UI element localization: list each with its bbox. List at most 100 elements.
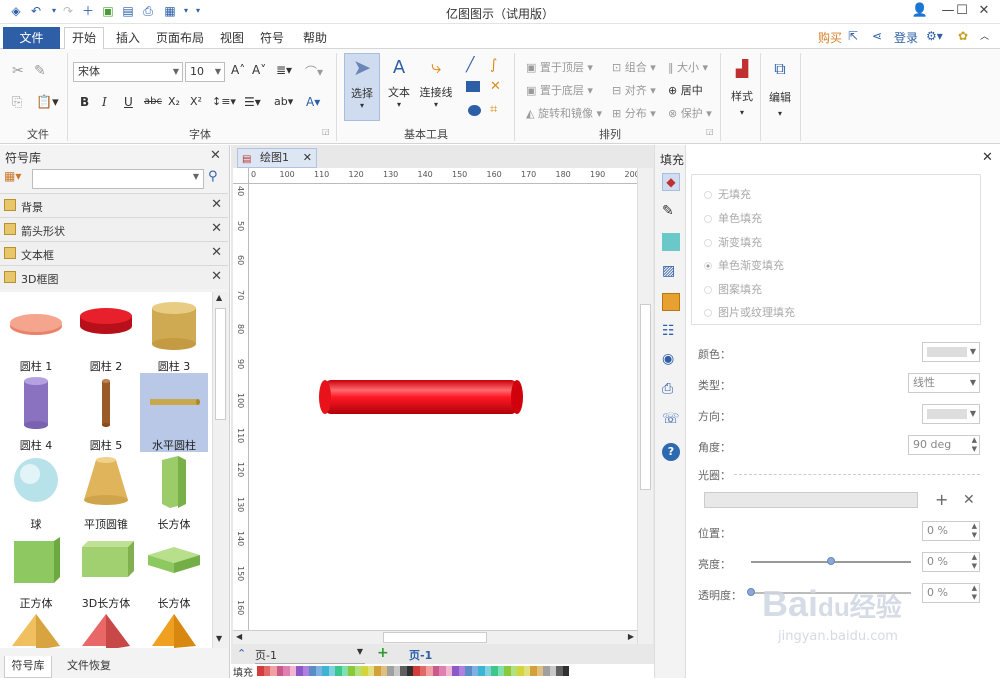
close-icon[interactable]: ✕ bbox=[211, 221, 222, 236]
canvas-vertical-scrollbar[interactable] bbox=[637, 168, 653, 644]
remove-stop-icon[interactable]: ✕ bbox=[963, 492, 975, 508]
library-category-3d[interactable]: 3D框图 ✕ bbox=[0, 265, 228, 289]
brush-icon[interactable]: ✎ bbox=[34, 63, 46, 79]
tab-symbol-library[interactable]: 符号库 bbox=[4, 656, 52, 678]
font-size-select[interactable]: 10 ▼ bbox=[185, 62, 225, 82]
library-category-icon[interactable]: ▦▾ bbox=[4, 169, 30, 189]
shape-frustum[interactable]: 平顶圆锥 bbox=[72, 452, 140, 531]
search-icon[interactable]: ⚲ bbox=[208, 169, 218, 184]
curve-icon[interactable]: ⌒▾ bbox=[305, 63, 323, 80]
document-tab[interactable]: ▤ 绘图1 ✕ bbox=[237, 148, 317, 168]
align-button[interactable]: ⊟ 对齐 ▾ bbox=[612, 82, 656, 98]
document-tab-close-icon[interactable]: ✕ bbox=[303, 149, 312, 167]
option-pattern-fill[interactable]: 图案填充 bbox=[704, 281, 762, 297]
center-button[interactable]: ⊕ 居中 bbox=[668, 82, 703, 98]
gradient-stop-bar[interactable] bbox=[704, 492, 918, 508]
library-scrollbar[interactable]: ▲ ▼ bbox=[212, 292, 228, 648]
strikethrough-icon[interactable]: abc bbox=[144, 96, 162, 107]
library-scroll-thumb[interactable] bbox=[215, 308, 226, 420]
option-single-gradient-fill[interactable]: 单色渐变填充 bbox=[704, 257, 784, 273]
library-category-background[interactable]: 背景 ✕ bbox=[0, 193, 228, 217]
fill-paint-icon[interactable]: ◆ bbox=[662, 173, 680, 191]
page-properties-icon[interactable]: ☷ bbox=[662, 323, 680, 341]
add-page-icon[interactable]: + bbox=[377, 645, 389, 661]
color-dropdown[interactable]: ▼ bbox=[922, 342, 980, 362]
shape-cube[interactable]: 正方体 bbox=[2, 531, 70, 610]
font-dialog-launcher-icon[interactable]: ◲ bbox=[322, 127, 330, 136]
text-color-icon[interactable]: A▾ bbox=[306, 95, 320, 109]
shape-pyramid-yellow[interactable] bbox=[2, 610, 70, 648]
scroll-up-icon[interactable]: ▲ bbox=[216, 293, 222, 302]
share-network-icon[interactable]: ⋖ bbox=[872, 29, 882, 43]
shape-cylinder-5[interactable]: 圆柱 5 bbox=[72, 373, 140, 452]
canvas-vscroll-thumb[interactable] bbox=[640, 304, 651, 490]
hyperlink-icon[interactable]: ◉ bbox=[662, 351, 680, 369]
font-color-icon[interactable]: ab▾ bbox=[274, 95, 293, 108]
bold-icon[interactable]: B bbox=[80, 95, 89, 109]
option-solid-fill[interactable]: 单色填充 bbox=[704, 210, 762, 226]
shape-sphere[interactable]: 球 bbox=[2, 452, 70, 531]
rectangle-icon[interactable] bbox=[466, 81, 480, 92]
page-up-icon[interactable]: ⌃ bbox=[237, 647, 246, 660]
option-no-fill[interactable]: 无填充 bbox=[704, 186, 751, 202]
shape-cylinder-2[interactable]: 圆柱 2 bbox=[72, 294, 140, 373]
group-button[interactable]: ⊡ 组合 ▾ bbox=[612, 59, 656, 75]
option-picture-fill[interactable]: 图片或纹理填充 bbox=[704, 304, 795, 320]
palette-swatches[interactable] bbox=[257, 666, 569, 676]
shape-cuboid-2[interactable]: 长方体 bbox=[140, 531, 208, 610]
file-menu[interactable]: 文件 bbox=[3, 27, 60, 49]
send-back-button[interactable]: ▣ 置于底层 ▾ bbox=[526, 82, 593, 98]
type-dropdown[interactable]: 线性 ▼ bbox=[908, 373, 980, 393]
horizontal-cylinder-shape[interactable] bbox=[319, 380, 523, 414]
edit-button[interactable]: ⧉ 编辑 ▾ bbox=[764, 55, 796, 129]
shape-3d-cuboid[interactable]: 3D长方体 bbox=[72, 531, 140, 610]
shape-pyramid-red[interactable] bbox=[72, 610, 140, 648]
shape-cuboid[interactable]: 长方体 bbox=[140, 452, 208, 531]
ellipse-icon[interactable] bbox=[468, 105, 481, 116]
shadow-icon[interactable] bbox=[662, 233, 680, 251]
select-tool-button[interactable]: ➤ 选择 ▾ bbox=[344, 53, 380, 121]
scroll-left-icon[interactable]: ◀ bbox=[236, 632, 242, 641]
scroll-right-icon[interactable]: ▶ bbox=[628, 632, 634, 641]
share-icon[interactable]: ⇱ bbox=[848, 29, 858, 43]
canvas-horizontal-scrollbar[interactable]: ◀ ▶ bbox=[233, 630, 637, 644]
superscript-icon[interactable]: X² bbox=[190, 95, 202, 108]
size-button[interactable]: ‖ 大小 ▾ bbox=[668, 59, 708, 75]
tab-home[interactable]: 开始 bbox=[64, 27, 104, 50]
scroll-down-icon[interactable]: ▼ bbox=[216, 634, 222, 643]
style-button[interactable]: ▟ 样式 ▾ bbox=[726, 55, 758, 129]
paste-icon[interactable]: 📋▾ bbox=[36, 95, 59, 110]
settings-icon[interactable]: ⚙▾ bbox=[926, 29, 943, 43]
shrink-font-icon[interactable]: A˅ bbox=[252, 63, 266, 77]
library-category-textbox[interactable]: 文本框 ✕ bbox=[0, 241, 228, 265]
opacity-slider-knob[interactable] bbox=[747, 588, 755, 596]
addon-icon[interactable]: ✿ bbox=[958, 29, 968, 43]
image-icon[interactable]: ▨ bbox=[662, 263, 680, 281]
color-palette[interactable]: 填充 bbox=[231, 664, 654, 679]
distribute-button[interactable]: ⊞ 分布 ▾ bbox=[612, 105, 656, 121]
position-input[interactable]: 0 % ▲ ▼ bbox=[922, 521, 980, 541]
tab-page-layout[interactable]: 页面布局 bbox=[156, 29, 204, 46]
bring-front-button[interactable]: ▣ 置于顶层 ▾ bbox=[526, 59, 593, 75]
canvas-hscroll-thumb[interactable] bbox=[383, 632, 487, 643]
underline-icon[interactable]: U bbox=[124, 95, 133, 109]
rotate-mirror-button[interactable]: ◭ 旋转和镜像 ▾ bbox=[526, 105, 602, 121]
option-gradient-fill[interactable]: 渐变填充 bbox=[704, 234, 762, 250]
line-pen-icon[interactable]: ✎ bbox=[662, 203, 680, 221]
library-search-input[interactable]: ▼ bbox=[32, 169, 204, 189]
italic-icon[interactable]: I bbox=[102, 95, 107, 109]
page-select[interactable]: 页-1 ▼ bbox=[255, 647, 365, 664]
attachment-icon[interactable]: ⎙ bbox=[662, 381, 680, 399]
brightness-input[interactable]: 0 % ▲ ▼ bbox=[922, 552, 980, 572]
bullets-icon[interactable]: ☰▾ bbox=[244, 95, 261, 109]
comment-icon[interactable]: ☏ bbox=[662, 411, 680, 429]
font-name-select[interactable]: 宋体 ▼ bbox=[73, 62, 183, 82]
login-link[interactable]: 登录 bbox=[894, 29, 918, 46]
tab-insert[interactable]: 插入 bbox=[116, 29, 140, 46]
add-stop-icon[interactable]: + bbox=[935, 490, 948, 509]
cross-icon[interactable]: ✕ bbox=[490, 79, 501, 94]
fill-panel-close-icon[interactable]: ✕ bbox=[982, 150, 993, 165]
collapse-ribbon-icon[interactable]: ︿ bbox=[980, 29, 989, 42]
connector-tool-button[interactable]: ⤷ 连接线 ▾ bbox=[416, 53, 456, 121]
palette-swatch[interactable] bbox=[562, 666, 569, 676]
